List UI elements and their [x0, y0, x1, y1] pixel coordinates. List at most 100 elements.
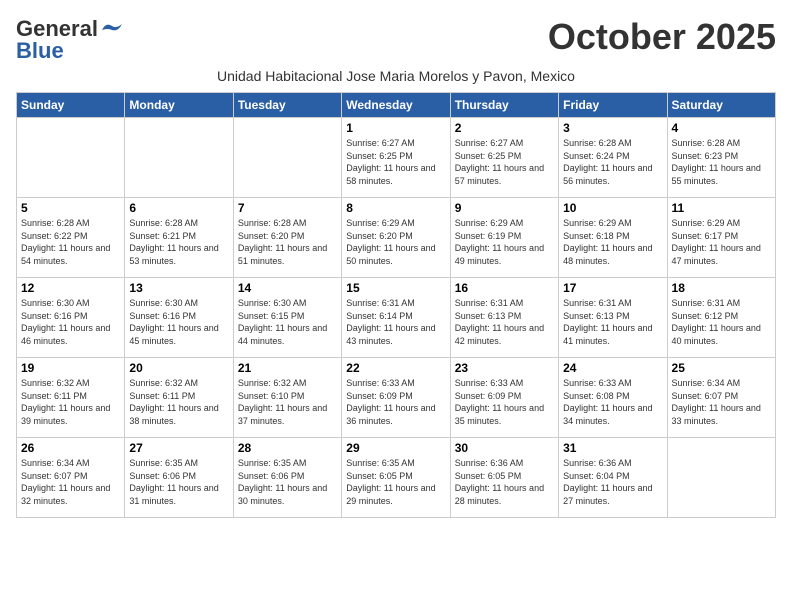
- day-info: Sunrise: 6:29 AM Sunset: 6:17 PM Dayligh…: [672, 217, 771, 267]
- calendar-cell: 21 Sunrise: 6:32 AM Sunset: 6:10 PM Dayli…: [233, 358, 341, 438]
- day-number: 3: [563, 121, 662, 135]
- weekday-header: Monday: [125, 93, 233, 118]
- calendar-cell: 28 Sunrise: 6:35 AM Sunset: 6:06 PM Dayli…: [233, 438, 341, 518]
- calendar-cell: 23Sunrise: 6:33 AM Sunset: 6:09 PM Dayli…: [450, 358, 558, 438]
- day-number: 12: [21, 281, 120, 295]
- day-number: 5: [21, 201, 120, 215]
- calendar-cell: 9 Sunrise: 6:29 AM Sunset: 6:19 PM Daylig…: [450, 198, 558, 278]
- day-number: 29: [346, 441, 445, 455]
- logo-bird-icon: [100, 22, 122, 36]
- day-info: Sunrise: 6:31 AM Sunset: 6:14 PM Dayligh…: [346, 297, 445, 347]
- weekday-header: Sunday: [17, 93, 125, 118]
- day-info: Sunrise: 6:33 AM Sunset: 6:08 PM Dayligh…: [563, 377, 662, 427]
- day-info: Sunrise: 6:31 AM Sunset: 6:12 PM Dayligh…: [672, 297, 771, 347]
- day-info: Sunrise: 6:28 AM Sunset: 6:21 PM Dayligh…: [129, 217, 228, 267]
- day-number: 19: [21, 361, 120, 375]
- calendar-cell: 16 Sunrise: 6:31 AM Sunset: 6:13 PM Dayli…: [450, 278, 558, 358]
- day-number: 9: [455, 201, 554, 215]
- day-info: Sunrise: 6:35 AM Sunset: 6:06 PM Dayligh…: [129, 457, 228, 507]
- day-info: Sunrise: 6:27 AM Sunset: 6:25 PM Dayligh…: [455, 137, 554, 187]
- day-number: 7: [238, 201, 337, 215]
- calendar-cell: 18 Sunrise: 6:31 AM Sunset: 6:12 PM Dayli…: [667, 278, 775, 358]
- day-info: Sunrise: 6:29 AM Sunset: 6:19 PM Dayligh…: [455, 217, 554, 267]
- day-number: 18: [672, 281, 771, 295]
- calendar-week-row: 1 Sunrise: 6:27 AM Sunset: 6:25 PM Daylig…: [17, 118, 776, 198]
- day-number: 21: [238, 361, 337, 375]
- calendar-cell: [233, 118, 341, 198]
- weekday-header: Wednesday: [342, 93, 450, 118]
- calendar-cell: 26Sunrise: 6:34 AM Sunset: 6:07 PM Dayli…: [17, 438, 125, 518]
- day-info: Sunrise: 6:34 AM Sunset: 6:07 PM Dayligh…: [21, 457, 120, 507]
- day-info: Sunrise: 6:35 AM Sunset: 6:06 PM Dayligh…: [238, 457, 337, 507]
- day-number: 20: [129, 361, 228, 375]
- day-number: 16: [455, 281, 554, 295]
- calendar-cell: [125, 118, 233, 198]
- day-number: 23: [455, 361, 554, 375]
- day-number: 17: [563, 281, 662, 295]
- calendar-cell: 22 Sunrise: 6:33 AM Sunset: 6:09 PM Dayli…: [342, 358, 450, 438]
- calendar-cell: 27 Sunrise: 6:35 AM Sunset: 6:06 PM Dayli…: [125, 438, 233, 518]
- day-number: 13: [129, 281, 228, 295]
- calendar-cell: 19 Sunrise: 6:32 AM Sunset: 6:11 PM Dayli…: [17, 358, 125, 438]
- day-number: 1: [346, 121, 445, 135]
- day-info: Sunrise: 6:28 AM Sunset: 6:22 PM Dayligh…: [21, 217, 120, 267]
- page-header: General Blue October 2025: [16, 16, 776, 64]
- day-info: Sunrise: 6:31 AM Sunset: 6:13 PM Dayligh…: [455, 297, 554, 347]
- calendar-cell: 10 Sunrise: 6:29 AM Sunset: 6:18 PM Dayli…: [559, 198, 667, 278]
- day-info: Sunrise: 6:36 AM Sunset: 6:05 PM Dayligh…: [455, 457, 554, 507]
- day-info: Sunrise: 6:32 AM Sunset: 6:11 PM Dayligh…: [129, 377, 228, 427]
- day-number: 14: [238, 281, 337, 295]
- calendar-cell: 14 Sunrise: 6:30 AM Sunset: 6:15 PM Dayli…: [233, 278, 341, 358]
- day-number: 28: [238, 441, 337, 455]
- calendar-cell: 6 Sunrise: 6:28 AM Sunset: 6:21 PM Daylig…: [125, 198, 233, 278]
- calendar-cell: 25Sunrise: 6:34 AM Sunset: 6:07 PM Dayli…: [667, 358, 775, 438]
- weekday-header: Saturday: [667, 93, 775, 118]
- calendar-header-row: SundayMondayTuesdayWednesdayThursdayFrid…: [17, 93, 776, 118]
- day-info: Sunrise: 6:29 AM Sunset: 6:20 PM Dayligh…: [346, 217, 445, 267]
- calendar-cell: 5 Sunrise: 6:28 AM Sunset: 6:22 PM Daylig…: [17, 198, 125, 278]
- weekday-header: Friday: [559, 93, 667, 118]
- calendar-cell: 1 Sunrise: 6:27 AM Sunset: 6:25 PM Daylig…: [342, 118, 450, 198]
- day-number: 6: [129, 201, 228, 215]
- calendar-cell: 17 Sunrise: 6:31 AM Sunset: 6:13 PM Dayli…: [559, 278, 667, 358]
- day-number: 8: [346, 201, 445, 215]
- day-number: 10: [563, 201, 662, 215]
- day-info: Sunrise: 6:34 AM Sunset: 6:07 PM Dayligh…: [672, 377, 771, 427]
- calendar-cell: 31Sunrise: 6:36 AM Sunset: 6:04 PM Dayli…: [559, 438, 667, 518]
- day-number: 22: [346, 361, 445, 375]
- calendar-cell: 29 Sunrise: 6:35 AM Sunset: 6:05 PM Dayli…: [342, 438, 450, 518]
- calendar-week-row: 26Sunrise: 6:34 AM Sunset: 6:07 PM Dayli…: [17, 438, 776, 518]
- calendar-week-row: 19 Sunrise: 6:32 AM Sunset: 6:11 PM Dayli…: [17, 358, 776, 438]
- weekday-header: Thursday: [450, 93, 558, 118]
- day-number: 11: [672, 201, 771, 215]
- calendar-week-row: 12 Sunrise: 6:30 AM Sunset: 6:16 PM Dayli…: [17, 278, 776, 358]
- calendar-cell: 30 Sunrise: 6:36 AM Sunset: 6:05 PM Dayli…: [450, 438, 558, 518]
- day-info: Sunrise: 6:30 AM Sunset: 6:16 PM Dayligh…: [129, 297, 228, 347]
- weekday-header: Tuesday: [233, 93, 341, 118]
- day-info: Sunrise: 6:28 AM Sunset: 6:24 PM Dayligh…: [563, 137, 662, 187]
- day-number: 27: [129, 441, 228, 455]
- month-title: October 2025: [548, 16, 776, 58]
- day-info: Sunrise: 6:32 AM Sunset: 6:10 PM Dayligh…: [238, 377, 337, 427]
- calendar-cell: 8 Sunrise: 6:29 AM Sunset: 6:20 PM Daylig…: [342, 198, 450, 278]
- day-info: Sunrise: 6:27 AM Sunset: 6:25 PM Dayligh…: [346, 137, 445, 187]
- day-info: Sunrise: 6:33 AM Sunset: 6:09 PM Dayligh…: [346, 377, 445, 427]
- calendar-cell: 3 Sunrise: 6:28 AM Sunset: 6:24 PM Daylig…: [559, 118, 667, 198]
- calendar-cell: 13 Sunrise: 6:30 AM Sunset: 6:16 PM Dayli…: [125, 278, 233, 358]
- day-number: 30: [455, 441, 554, 455]
- calendar-cell: [17, 118, 125, 198]
- calendar-cell: 20 Sunrise: 6:32 AM Sunset: 6:11 PM Dayli…: [125, 358, 233, 438]
- calendar-cell: 15Sunrise: 6:31 AM Sunset: 6:14 PM Dayli…: [342, 278, 450, 358]
- calendar-cell: 2Sunrise: 6:27 AM Sunset: 6:25 PM Daylig…: [450, 118, 558, 198]
- logo: General Blue: [16, 16, 122, 64]
- day-info: Sunrise: 6:30 AM Sunset: 6:16 PM Dayligh…: [21, 297, 120, 347]
- day-info: Sunrise: 6:31 AM Sunset: 6:13 PM Dayligh…: [563, 297, 662, 347]
- day-info: Sunrise: 6:30 AM Sunset: 6:15 PM Dayligh…: [238, 297, 337, 347]
- day-info: Sunrise: 6:29 AM Sunset: 6:18 PM Dayligh…: [563, 217, 662, 267]
- calendar-cell: 24Sunrise: 6:33 AM Sunset: 6:08 PM Dayli…: [559, 358, 667, 438]
- logo-blue: Blue: [16, 38, 64, 64]
- day-info: Sunrise: 6:35 AM Sunset: 6:05 PM Dayligh…: [346, 457, 445, 507]
- calendar-cell: 12 Sunrise: 6:30 AM Sunset: 6:16 PM Dayli…: [17, 278, 125, 358]
- day-info: Sunrise: 6:32 AM Sunset: 6:11 PM Dayligh…: [21, 377, 120, 427]
- calendar-week-row: 5 Sunrise: 6:28 AM Sunset: 6:22 PM Daylig…: [17, 198, 776, 278]
